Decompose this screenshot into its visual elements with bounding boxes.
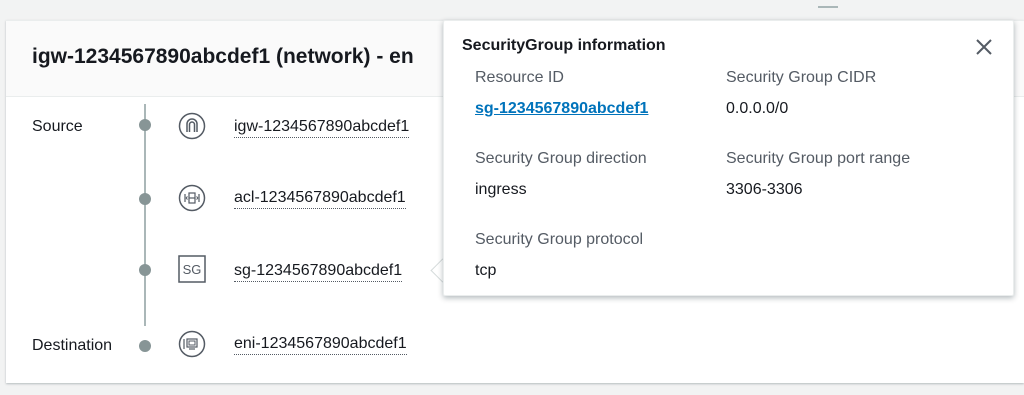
direction-value: ingress [475, 181, 527, 198]
security-group-icon-text: SG [183, 262, 202, 277]
protocol-value: tcp [475, 262, 497, 279]
path-node-dot [139, 119, 151, 131]
path-line [144, 104, 146, 326]
security-group-icon: SG [178, 255, 206, 283]
resource-id-link[interactable]: sg-1234567890abcdef1 [475, 100, 648, 118]
hop-eni-link[interactable]: eni-1234567890abcdef1 [234, 335, 407, 355]
resource-id-label: Resource ID [475, 69, 564, 86]
source-label: Source [32, 118, 83, 135]
popover-title: SecurityGroup information [462, 37, 666, 54]
cidr-value: 0.0.0.0/0 [726, 100, 789, 117]
hop-acl-link[interactable]: acl-1234567890abcdef1 [234, 189, 406, 209]
port-range-value: 3306-3306 [726, 181, 803, 198]
hop-sg-link[interactable]: sg-1234567890abcdef1 [234, 262, 403, 282]
path-node-dot [139, 264, 151, 276]
protocol-label: Security Group protocol [475, 231, 644, 248]
path-node-dot [139, 340, 151, 352]
destination-label: Destination [32, 337, 113, 354]
path-node-dot [139, 193, 151, 205]
top-divider [818, 6, 838, 8]
network-acl-icon [178, 184, 206, 212]
network-interface-icon [178, 330, 206, 358]
page-title: igw-1234567890abcdef1 (network) - en [32, 45, 414, 68]
cidr-label: Security Group CIDR [726, 69, 877, 86]
hop-igw-link[interactable]: igw-1234567890abcdef1 [234, 118, 410, 138]
direction-label: Security Group direction [475, 150, 647, 167]
close-icon[interactable] [972, 35, 996, 59]
port-range-label: Security Group port range [726, 150, 911, 167]
security-group-popover: SecurityGroup information Resource ID sg… [443, 20, 1014, 296]
internet-gateway-icon [178, 112, 206, 140]
